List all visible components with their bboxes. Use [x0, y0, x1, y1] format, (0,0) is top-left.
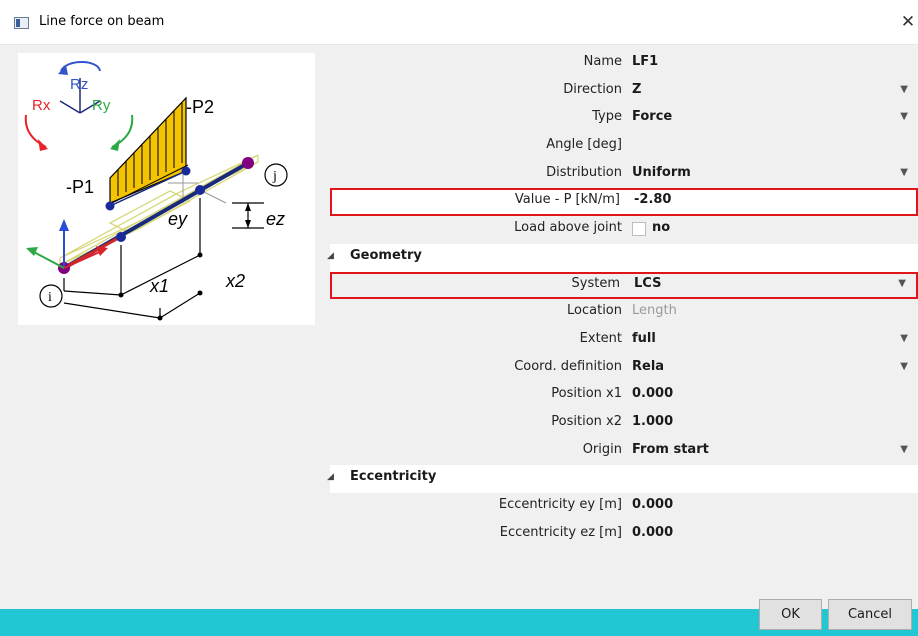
location-label: Location [567, 303, 622, 319]
load-preview-diagram: Rz Rx Ry -P2 -P1 ey ez x1 x2 i j [18, 53, 315, 325]
ok-button[interactable]: OK [759, 599, 822, 630]
p2-point-marker [181, 166, 191, 176]
origin-label: Origin [582, 441, 622, 457]
type-row[interactable]: Type Force ▼ [330, 105, 918, 133]
direction-value[interactable]: Z [632, 82, 641, 97]
node-j-marker [242, 157, 254, 169]
system-label: System [571, 275, 620, 291]
origin-row[interactable]: Origin From start ▼ [330, 438, 918, 466]
location-value: Length [632, 303, 677, 319]
angle-row[interactable]: Angle [deg] [330, 133, 918, 161]
p1-point-marker [105, 201, 115, 211]
chevron-down-icon[interactable]: ▼ [900, 361, 908, 372]
ez-dimension [232, 202, 264, 229]
value-p-row[interactable]: Value - P [kN/m] -2.80 [330, 188, 918, 217]
window-title: Line force on beam [39, 14, 165, 29]
value-p-field[interactable]: -2.80 [634, 192, 671, 207]
x2-label: x2 [225, 271, 245, 291]
load-above-joint-checkbox[interactable] [632, 222, 646, 237]
eccentricity-ez-value[interactable]: 0.000 [632, 525, 673, 540]
extent-row[interactable]: Extent full ▼ [330, 327, 918, 355]
title-bar: Line force on beam ✕ [0, 0, 918, 45]
chevron-down-icon[interactable]: ▼ [900, 444, 908, 455]
rx-label: Rx [32, 97, 51, 114]
app-icon [14, 17, 29, 29]
value-p-label: Value - P [kN/m] [514, 192, 620, 208]
x1-label: x1 [149, 276, 169, 296]
collapse-triangle-icon[interactable]: ◢ [327, 251, 334, 261]
beam-diagram-svg: Rz Rx Ry -P2 -P1 ey ez x1 x2 i j [24, 61, 288, 321]
geometry-section-header[interactable]: ◢ Geometry [327, 243, 918, 272]
chevron-down-icon[interactable]: ▼ [900, 333, 908, 344]
load-above-joint-label: Load above joint [514, 220, 622, 236]
chevron-down-icon[interactable]: ▼ [900, 84, 908, 95]
eccentricity-ez-label: Eccentricity ez [m] [499, 524, 622, 540]
node-i-label: i [48, 290, 52, 305]
node-j-label: j [272, 169, 277, 184]
location-row[interactable]: Location Length [330, 299, 918, 327]
chevron-down-icon[interactable]: ▼ [900, 111, 908, 122]
load-above-joint-row[interactable]: Load above joint no [330, 216, 918, 244]
load-above-joint-value: no [652, 220, 671, 236]
eccentricity-ey-row[interactable]: Eccentricity ey [m] 0.000 [330, 493, 918, 521]
p1-label: -P1 [66, 177, 94, 197]
cancel-button[interactable]: Cancel [828, 599, 912, 630]
coord-definition-label: Coord. definition [514, 358, 622, 374]
chevron-down-icon[interactable]: ▼ [900, 167, 908, 178]
eccentricity-ez-row[interactable]: Eccentricity ez [m] 0.000 [330, 521, 918, 549]
property-grid: Name LF1 Direction Z ▼ Type Force ▼ Angl… [327, 50, 918, 549]
direction-label: Direction [563, 81, 622, 97]
type-label: Type [592, 109, 622, 125]
x1-point-marker [116, 232, 126, 242]
extent-value[interactable]: full [632, 331, 656, 346]
geometry-section-title: Geometry [350, 247, 422, 263]
direction-row[interactable]: Direction Z ▼ [330, 78, 918, 106]
ez-label: ez [266, 209, 285, 229]
name-row[interactable]: Name LF1 [330, 50, 918, 78]
ry-label: Ry [92, 97, 111, 114]
name-label: Name [583, 54, 622, 69]
p2-label: -P2 [186, 97, 214, 117]
distribution-value[interactable]: Uniform [632, 165, 691, 180]
eccentricity-ey-label: Eccentricity ey [m] [498, 497, 622, 512]
coord-definition-row[interactable]: Coord. definition Rela ▼ [330, 355, 918, 383]
position-x1-row[interactable]: Position x1 0.000 [330, 382, 918, 410]
distribution-row[interactable]: Distribution Uniform ▼ [330, 161, 918, 189]
ey-label: ey [168, 209, 188, 229]
name-value[interactable]: LF1 [632, 54, 658, 69]
eccentricity-ey-value[interactable]: 0.000 [632, 497, 673, 512]
system-value[interactable]: LCS [634, 276, 661, 291]
system-row[interactable]: System LCS ▼ [330, 271, 918, 300]
position-x1-value[interactable]: 0.000 [632, 386, 673, 401]
x2-point-marker [195, 185, 205, 195]
position-x2-value[interactable]: 1.000 [632, 414, 673, 429]
coord-definition-value[interactable]: Rela [632, 359, 664, 374]
position-x2-label: Position x2 [551, 413, 622, 429]
extent-label: Extent [579, 330, 622, 346]
chevron-down-icon[interactable]: ▼ [898, 278, 906, 289]
rz-label: Rz [70, 76, 88, 93]
position-x1-label: Position x1 [551, 386, 622, 402]
collapse-triangle-icon[interactable]: ◢ [327, 472, 334, 482]
type-value[interactable]: Force [632, 109, 672, 124]
origin-value[interactable]: From start [632, 442, 709, 457]
angle-label: Angle [deg] [546, 137, 622, 153]
distribution-label: Distribution [546, 164, 622, 180]
eccentricity-section-title: Eccentricity [350, 469, 437, 485]
eccentricity-section-header[interactable]: ◢ Eccentricity [327, 465, 918, 493]
close-icon[interactable]: ✕ [898, 8, 918, 36]
position-x2-row[interactable]: Position x2 1.000 [330, 410, 918, 438]
